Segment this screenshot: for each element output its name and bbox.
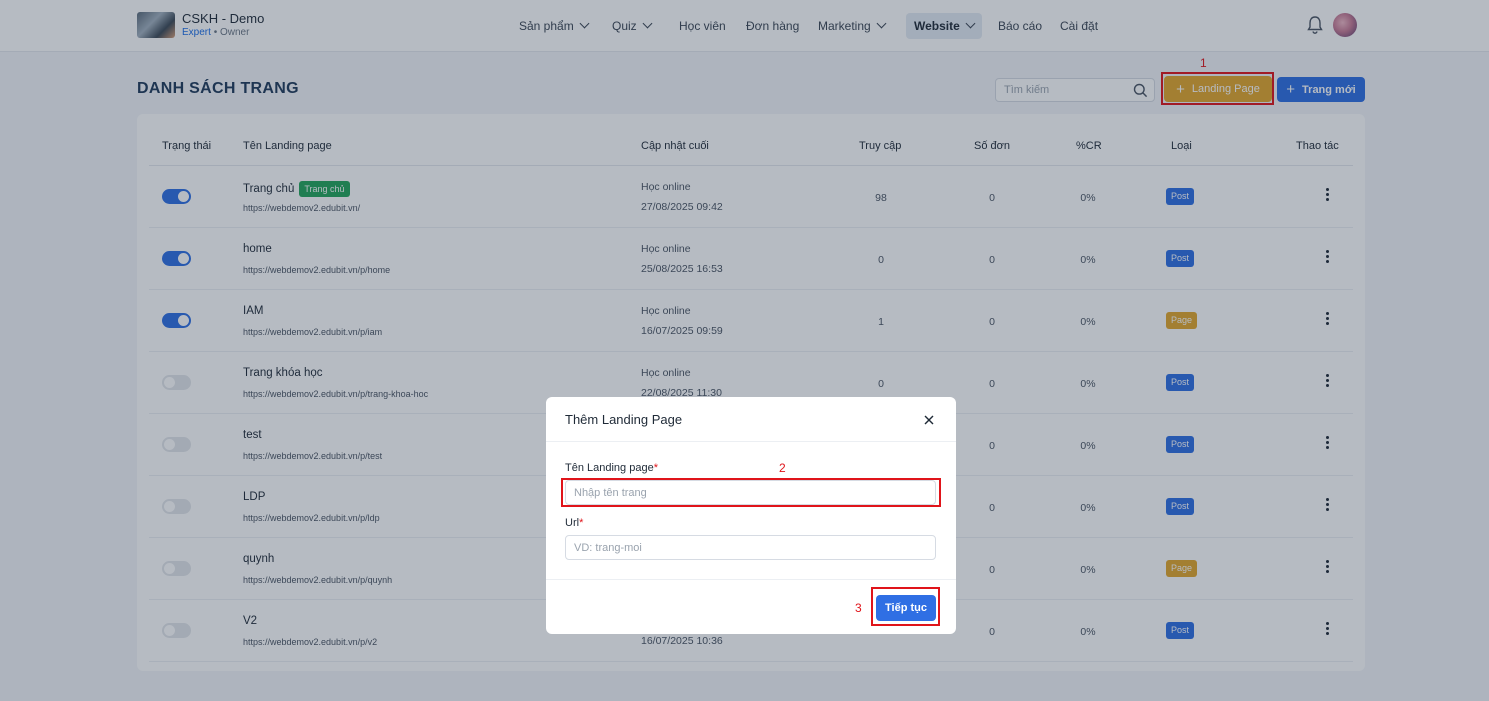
add-landing-page-modal: Thêm Landing Page Tên Landing page* Url*… (546, 397, 956, 634)
landing-page-url-input[interactable] (565, 535, 936, 560)
highlight-step-2 (561, 478, 941, 507)
step-2-label: 2 (779, 461, 786, 475)
highlight-step-3 (871, 587, 940, 626)
required-mark: * (579, 517, 584, 529)
required-mark: * (653, 462, 658, 474)
modal-divider (546, 441, 956, 442)
url-label: Url* (565, 517, 584, 529)
step-3-label: 3 (855, 601, 862, 615)
modal-divider (546, 579, 956, 580)
close-icon[interactable] (922, 413, 936, 427)
modal-title: Thêm Landing Page (565, 412, 683, 427)
name-label: Tên Landing page* (565, 462, 658, 474)
